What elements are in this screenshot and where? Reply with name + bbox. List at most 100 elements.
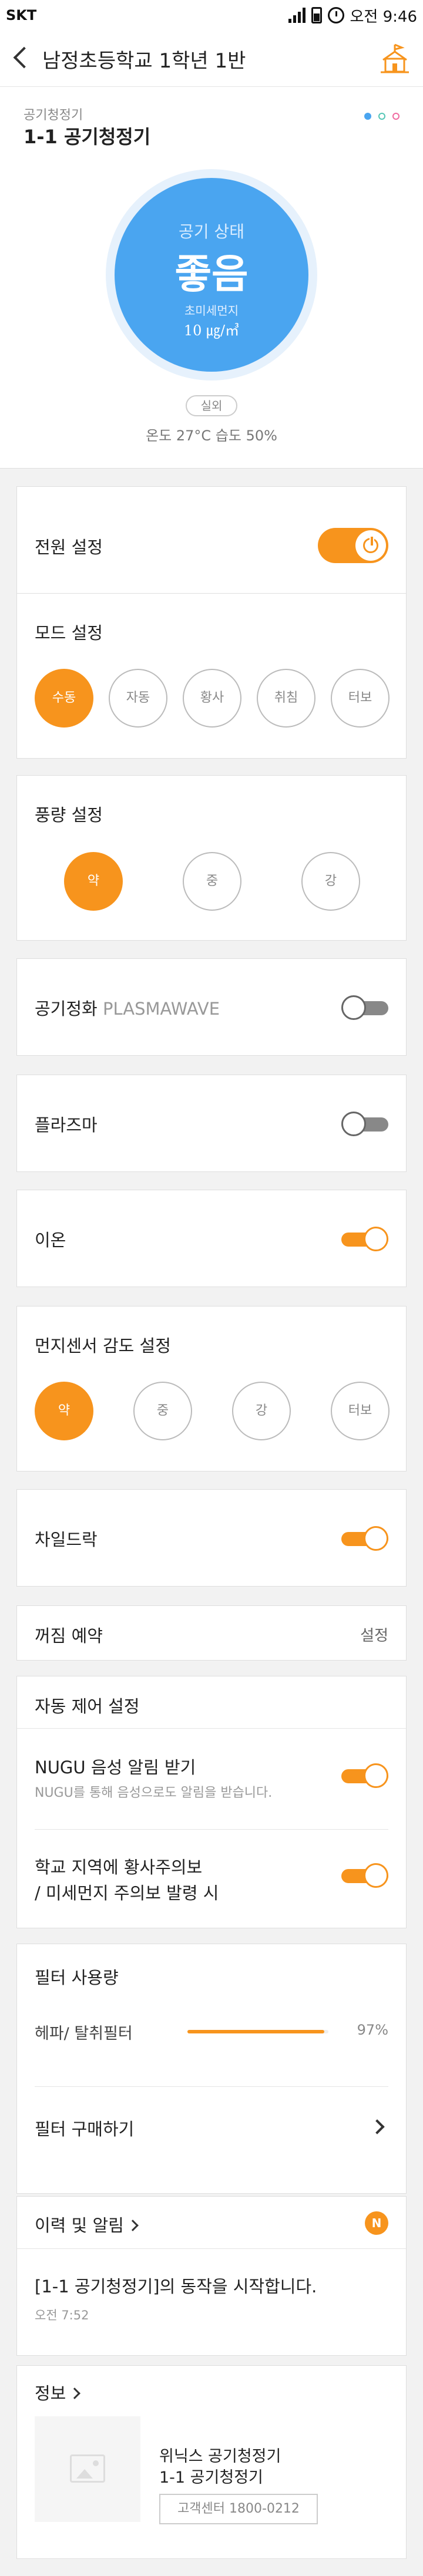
nugu-toggle[interactable]: [341, 1763, 388, 1788]
air-status-value: 좋음: [174, 251, 249, 298]
battery-icon: [311, 7, 322, 23]
power-toggle[interactable]: [318, 528, 388, 563]
signal-icon: [288, 8, 306, 23]
mode-card: 모드 설정 수동 자동 황사 취침 터보: [16, 593, 407, 759]
filter-buy-row[interactable]: 필터 구매하기: [17, 2086, 406, 2192]
plasma-label: 플라즈마: [35, 1115, 98, 1135]
temperature-humidity: 온도 27°C 습도 50%: [146, 427, 277, 444]
plasmawave-card: 공기정화 PLASMAWAVE: [16, 958, 407, 1056]
power-icon: [355, 530, 386, 561]
sensor-option-mid[interactable]: 중: [133, 1382, 192, 1440]
sensor-option-turbo[interactable]: 터보: [331, 1382, 390, 1440]
divider: [35, 1829, 388, 1830]
alert-title-line1: 학교 지역에 황사주의보: [35, 1857, 203, 1877]
filter-percent: 97%: [357, 2022, 388, 2038]
mode-option-auto[interactable]: 자동: [109, 669, 167, 728]
status-icons: 오전 9:46: [288, 6, 418, 26]
auto-control-label: 자동 제어 설정: [35, 1696, 140, 1716]
plasmawave-toggle[interactable]: [341, 995, 388, 1020]
sensor-option-low[interactable]: 약: [35, 1382, 93, 1440]
filter-usage-bar: [187, 2030, 328, 2033]
divider: [17, 2248, 406, 2249]
device-type-label: 공기청정기: [24, 108, 83, 123]
fan-speed-label: 풍량 설정: [35, 805, 103, 825]
info-label: 정보: [35, 2383, 66, 2403]
plasmawave-label: 공기정화 PLASMAWAVE: [35, 995, 220, 1020]
filter-buy-label: 필터 구매하기: [35, 2119, 135, 2139]
power-card: 전원 설정: [16, 486, 407, 601]
history-time: 오전 7:52: [35, 2308, 89, 2322]
page-indicator: [364, 113, 400, 120]
filter-usage-fill: [187, 2030, 324, 2033]
auto-control-card: 자동 제어 설정 NUGU 음성 알림 받기 NUGU를 통해 음성으로도 알림…: [16, 1676, 407, 1928]
ion-toggle[interactable]: [341, 1227, 388, 1251]
child-lock-card: 차일드락: [16, 1489, 407, 1587]
child-lock-toggle[interactable]: [341, 1526, 388, 1551]
off-timer-set-button[interactable]: 설정: [360, 1624, 388, 1645]
filter-item-label: 헤파/ 탈취필터: [35, 2025, 133, 2043]
sensor-option-high[interactable]: 강: [232, 1382, 291, 1440]
fan-option-mid[interactable]: 중: [183, 852, 241, 911]
fan-option-high[interactable]: 강: [301, 852, 360, 911]
back-arrow-icon[interactable]: [13, 46, 35, 69]
air-quality-circle: 공기 상태 좋음 초미세먼지 10 ㎍/㎥: [115, 178, 308, 372]
pm-value: 10 ㎍/㎥: [183, 322, 240, 339]
image-icon: [70, 2454, 105, 2483]
plasma-card: 플라즈마: [16, 1075, 407, 1172]
history-message[interactable]: [1-1 공기청정기]의 동작을 시작합니다.: [35, 2273, 317, 2298]
filter-label: 필터 사용량: [35, 1968, 119, 1988]
ion-card: 이온: [16, 1190, 407, 1287]
dust-alert-toggle[interactable]: [341, 1863, 388, 1888]
mode-option-yellow-dust[interactable]: 황사: [183, 669, 241, 728]
ion-label: 이온: [35, 1230, 66, 1250]
history-link[interactable]: 이력 및 알림: [35, 2212, 139, 2237]
alarm-icon: [327, 7, 344, 23]
pm-label: 초미세먼지: [184, 304, 239, 318]
power-label: 전원 설정: [35, 537, 103, 557]
dust-sensor-card: 먼지센서 감도 설정 약 중 강 터보: [16, 1306, 407, 1471]
device-status-panel: 공기청정기 1-1 공기청정기 공기 상태 좋음 초미세먼지 10 ㎍/㎥ 실외…: [0, 87, 423, 469]
mode-option-turbo[interactable]: 터보: [331, 669, 390, 728]
info-product: 위닉스 공기청정기: [159, 2447, 281, 2466]
page-title: 남정초등학교 1학년 1반: [42, 49, 246, 73]
nugu-title: NUGU 음성 알림 받기: [35, 1757, 196, 1777]
mode-option-manual[interactable]: 수동: [35, 669, 93, 728]
page-dot: [378, 113, 385, 120]
info-card: 정보 위닉스 공기청정기 1-1 공기청정기 고객센터 1800-0212: [16, 2365, 407, 2559]
school-home-icon[interactable]: [378, 42, 411, 75]
page-dot: [392, 113, 400, 120]
info-link[interactable]: 정보: [35, 2380, 81, 2405]
chevron-right-icon: [126, 2220, 139, 2231]
clock: 오전 9:46: [350, 8, 418, 26]
off-timer-label: 꺼짐 예약: [35, 1626, 103, 1646]
plasmawave-title: 공기정화: [35, 999, 98, 1019]
mode-option-sleep[interactable]: 취침: [257, 669, 315, 728]
fan-option-low[interactable]: 약: [64, 852, 123, 911]
new-badge: N: [365, 2211, 388, 2235]
device-image-placeholder: [35, 2416, 140, 2522]
mode-label: 모드 설정: [35, 623, 103, 643]
chevron-right-icon: [370, 2119, 385, 2134]
fan-speed-card: 풍량 설정 약 중 강: [16, 775, 407, 941]
off-timer-card[interactable]: 꺼짐 예약 설정: [16, 1605, 407, 1661]
history-label: 이력 및 알림: [35, 2215, 124, 2235]
plasmawave-suffix: PLASMAWAVE: [102, 999, 220, 1019]
plasma-toggle[interactable]: [341, 1112, 388, 1136]
air-status-label: 공기 상태: [179, 222, 244, 241]
divider: [17, 1728, 406, 1729]
child-lock-label: 차일드락: [35, 1530, 98, 1550]
customer-center-button[interactable]: 고객센터 1800-0212: [159, 2494, 318, 2524]
status-bar: SKT 오전 9:46: [0, 0, 423, 31]
dust-sensor-label: 먼지센서 감도 설정: [35, 1336, 171, 1356]
info-device-name: 1-1 공기청정기: [159, 2469, 263, 2487]
alert-title-line2: / 미세먼지 주의보 발령 시: [35, 1883, 219, 1903]
nugu-description: NUGU를 통해 음성으로도 알림을 받습니다.: [35, 1786, 273, 1800]
location-chip[interactable]: 실외: [186, 395, 237, 416]
page-dot: [364, 113, 371, 120]
filter-card: 필터 사용량 헤파/ 탈취필터 97% 필터 구매하기: [16, 1944, 407, 2194]
chevron-right-icon: [69, 2388, 81, 2399]
history-card: 이력 및 알림 N [1-1 공기청정기]의 동작을 시작합니다. 오전 7:5…: [16, 2196, 407, 2356]
device-name: 1-1 공기청정기: [24, 126, 151, 148]
carrier-label: SKT: [6, 7, 37, 23]
app-bar: 남정초등학교 1학년 1반: [0, 31, 423, 87]
